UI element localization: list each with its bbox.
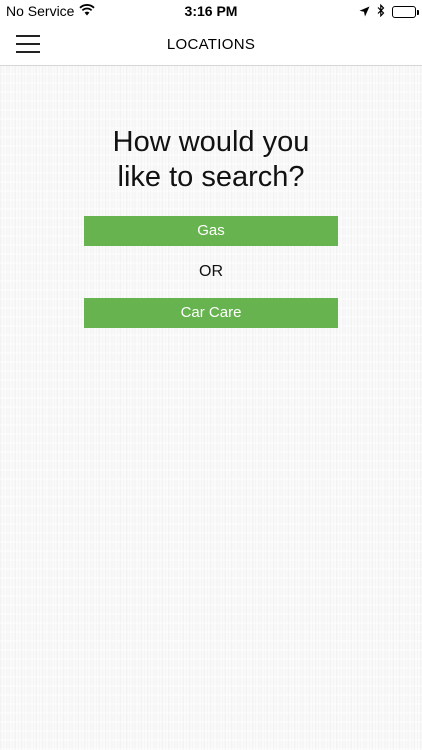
status-right	[359, 3, 419, 20]
battery-tip	[417, 10, 419, 15]
page-title: LOCATIONS	[166, 36, 256, 53]
search-prompt: How would you like to search?	[112, 126, 310, 193]
gas-button[interactable]: Gas	[84, 216, 338, 246]
location-arrow-icon	[359, 4, 370, 20]
or-separator: OR	[199, 263, 223, 280]
nav-bar: LOCATIONS	[0, 22, 422, 66]
battery-icon	[392, 6, 419, 18]
status-bar: No Service 3:16 PM	[0, 0, 422, 22]
car-care-button[interactable]: Car Care	[84, 298, 338, 328]
bluetooth-icon	[377, 3, 385, 20]
main-content: How would you like to search? Gas OR Car…	[0, 66, 422, 328]
